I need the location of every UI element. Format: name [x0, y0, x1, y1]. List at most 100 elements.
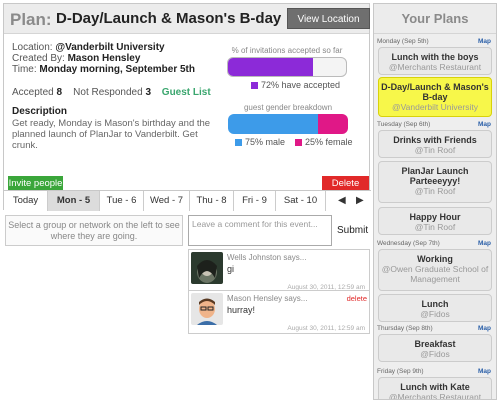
accepted-progress-bar [227, 57, 347, 77]
plan-title: D-Day/Launch & Mason's B-day [56, 10, 282, 27]
date-header-mon: Monday (Sep 5th) [377, 38, 429, 45]
time-value: Monday morning, September 5th [39, 64, 195, 75]
plan-location: @Vanderbilt University [392, 102, 478, 112]
plan-location: @Merchants Restaurant [388, 62, 482, 72]
accepted-progress-fill [228, 58, 313, 76]
avatar [191, 252, 223, 284]
plan-card[interactable]: PlanJar Launch Parteeeyyy! @Tin Roof [378, 161, 492, 203]
gender-caption: guest gender breakdown [243, 103, 333, 112]
plan-name: Breakfast [414, 339, 456, 349]
female-swatch [295, 139, 302, 147]
map-link[interactable]: Map [478, 38, 491, 45]
female-legend-text: 25% female [305, 137, 353, 147]
day-tab-fri[interactable]: Fri - 9 [234, 191, 276, 211]
plan-area: Plan: D-Day/Launch & Mason's B-day View … [3, 3, 371, 397]
network-hint: Select a group or network on the left to… [5, 215, 183, 246]
plan-name: D-Day/Launch & Mason's B-day [381, 82, 489, 102]
created-label: Created By: [12, 53, 65, 64]
plan-card[interactable]: Happy Hour @Tin Roof [378, 207, 492, 235]
comment-text: gi [227, 264, 235, 274]
plan-name: Lunch with the boys [391, 52, 479, 62]
plan-card[interactable]: Drinks with Friends @Tin Roof [378, 130, 492, 158]
location-label: Location: [12, 42, 53, 53]
day-tab-wed[interactable]: Wed - 7 [144, 191, 190, 211]
day-tabs: Today Mon - 5 Tue - 6 Wed - 7 Thu - 8 Fr… [4, 190, 371, 211]
guest-list-link[interactable]: Guest List [162, 87, 211, 98]
time-label: Time: [12, 64, 37, 75]
day-tab-today[interactable]: Today [4, 191, 48, 211]
accepted-label: Accepted [12, 87, 54, 98]
male-legend: 75% male [235, 137, 285, 147]
female-legend: 25% female [295, 137, 353, 147]
map-link[interactable]: Map [478, 325, 491, 332]
plan-card[interactable]: Breakfast @Fidos [378, 334, 492, 362]
day-tab-mon[interactable]: Mon - 5 [48, 191, 100, 211]
male-legend-text: 75% male [245, 137, 286, 147]
comment-author: Wells Johnston says... [227, 253, 307, 262]
day-tab-thu[interactable]: Thu - 8 [190, 191, 234, 211]
next-arrow-icon[interactable]: ▶ [356, 191, 364, 211]
date-header-fri: Friday (Sep 9th) [377, 368, 424, 375]
date-header-wed: Wednesday (Sep 7th) [377, 240, 440, 247]
accepted-swatch [251, 82, 258, 90]
accepted-caption: % of invitations accepted so far [231, 46, 343, 55]
plan-label: Plan: [10, 10, 52, 29]
comment-time: August 30, 2011, 12:59 am [287, 325, 365, 332]
plan-location: @Merchants Restaurant [388, 392, 482, 400]
comment-item: Wells Johnston says... gi August 30, 201… [188, 249, 370, 293]
plan-location: @Tin Roof [414, 222, 456, 232]
view-location-button[interactable]: View Location Info [287, 8, 370, 46]
submit-comment-button[interactable]: Submit [337, 225, 368, 236]
accepted-legend: 72% have accepted [251, 80, 340, 90]
plan-location: @Fidos [420, 309, 450, 319]
plan-card[interactable]: Lunch @Fidos [378, 294, 492, 322]
not-responded-label: Not Responded [73, 87, 143, 98]
plan-name: Drinks with Friends [393, 135, 477, 145]
comment-item: Mason Hensley says... hurray! delete Aug… [188, 290, 370, 334]
female-bar [318, 114, 348, 134]
male-bar [228, 114, 318, 134]
male-swatch [235, 139, 242, 147]
plan-card[interactable]: Working @Owen Graduate School of Managem… [378, 249, 492, 291]
delete-plan-button[interactable]: Delete plan [322, 176, 369, 204]
not-responded-count: 3 [145, 87, 152, 98]
avatar [191, 293, 223, 325]
map-link[interactable]: Map [478, 240, 491, 247]
accepted-legend-text: 72% have accepted [261, 80, 341, 90]
day-tab-tue[interactable]: Tue - 6 [100, 191, 144, 211]
plan-name: Working [417, 254, 453, 264]
invite-people-button[interactable]: Invite people [8, 176, 63, 191]
day-tab-sat[interactable]: Sat - 10 [276, 191, 326, 211]
plan-card[interactable]: Lunch with the boys @Merchants Restauran… [378, 47, 492, 75]
map-link[interactable]: Map [478, 368, 491, 375]
plan-location: @Fidos [420, 349, 450, 359]
description-heading: Description [12, 106, 68, 117]
accepted-count: 8 [56, 87, 63, 98]
plan-location: @Tin Roof [414, 186, 456, 196]
plan-panel: Plan: D-Day/Launch & Mason's B-day View … [3, 3, 371, 211]
comment-input[interactable]: Leave a comment for this event... [188, 215, 332, 246]
plan-location: @Owen Graduate School of Management [381, 264, 489, 284]
plan-name: Lunch with Kate [400, 382, 470, 392]
delete-comment-link[interactable]: delete [347, 294, 367, 303]
rsvp-counts: Accepted 8 Not Responded 3 Guest List [12, 87, 211, 98]
plan-name: PlanJar Launch Parteeeyyy! [401, 166, 469, 186]
location-value: @Vanderbilt University [55, 42, 165, 53]
plan-name: Happy Hour [409, 212, 461, 222]
prev-arrow-icon[interactable]: ◀ [338, 191, 346, 211]
plan-name: Lunch [421, 299, 449, 309]
plan-header: Plan: D-Day/Launch & Mason's B-day View … [4, 4, 370, 46]
plan-card-selected[interactable]: D-Day/Launch & Mason's B-day @Vanderbilt… [378, 77, 492, 117]
plan-card[interactable]: Lunch with Kate @Merchants Restaurant [378, 377, 492, 400]
your-plans-title: Your Plans [374, 4, 496, 34]
date-header-thu: Thursday (Sep 8th) [377, 325, 433, 332]
map-link[interactable]: Map [478, 121, 491, 128]
your-plans-sidebar: Your Plans Monday (Sep 5th) Map Lunch wi… [373, 3, 497, 400]
comment-text: hurray! [227, 305, 256, 315]
comment-author: Mason Hensley says... [227, 294, 308, 303]
created-by-value: Mason Hensley [67, 53, 141, 64]
date-header-tue: Tuesday (Sep 6th) [377, 121, 431, 128]
plan-location: @Tin Roof [414, 145, 456, 155]
plan-info: Location: @Vanderbilt University Created… [12, 42, 195, 75]
description-text: Get ready, Monday is Mason's birthday an… [12, 118, 211, 151]
